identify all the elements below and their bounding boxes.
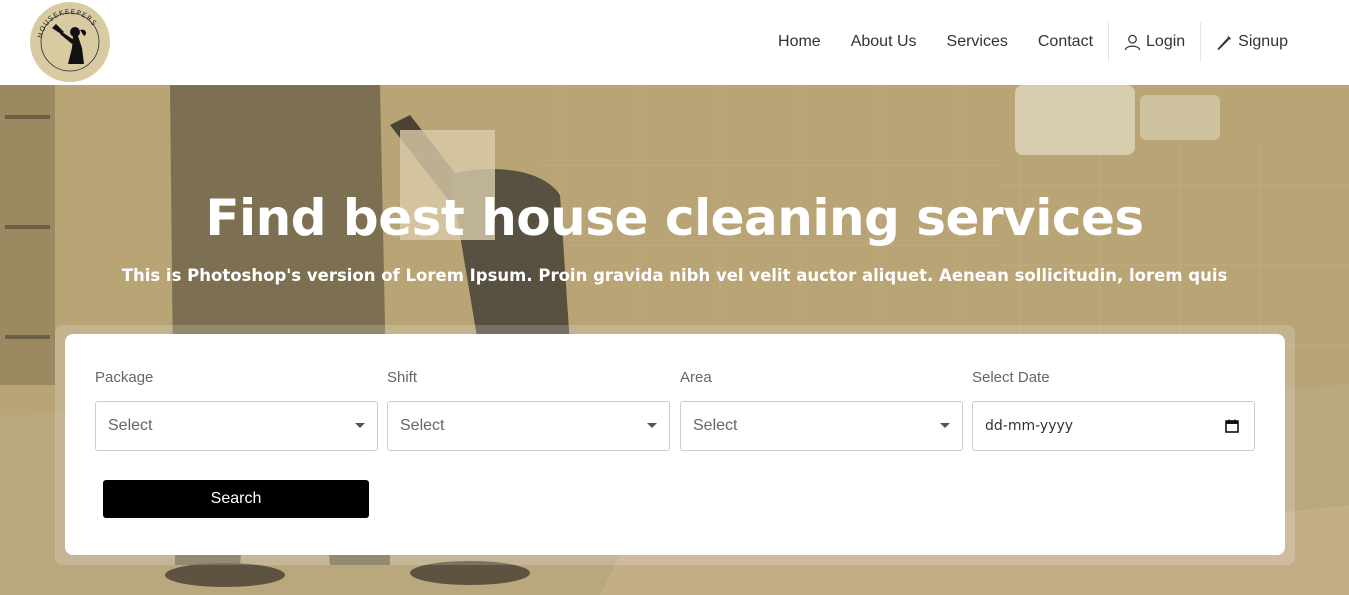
nav-home[interactable]: Home — [763, 22, 836, 62]
signup-link[interactable]: Signup — [1201, 22, 1303, 62]
package-select[interactable]: Select — [95, 401, 378, 451]
nav-services[interactable]: Services — [932, 22, 1023, 62]
chevron-down-icon — [647, 423, 657, 428]
shift-field: Shift Select — [387, 368, 670, 451]
login-label: Login — [1146, 33, 1186, 50]
site-header: HOUSEKEEPERS Home About Us Services Cont… — [0, 0, 1349, 85]
shift-label: Shift — [387, 369, 418, 386]
date-label: Select Date — [972, 369, 1050, 386]
calendar-icon[interactable] — [1224, 418, 1240, 434]
package-field: Package Select — [95, 368, 378, 451]
user-icon — [1124, 34, 1141, 50]
shift-select[interactable]: Select — [387, 401, 670, 451]
hero-subtitle: This is Photoshop's version of Lorem Ips… — [121, 266, 1228, 285]
area-label: Area — [680, 369, 712, 386]
search-card: Package Select Shift Select Area Select … — [65, 334, 1285, 555]
package-label: Package — [95, 369, 154, 386]
date-input-value: dd-mm-yyyy — [985, 418, 1074, 434]
date-field: Select Date dd-mm-yyyy — [972, 368, 1255, 451]
package-select-value: Select — [108, 417, 153, 434]
housekeepers-logo[interactable]: HOUSEKEEPERS — [30, 2, 110, 82]
pencil-icon — [1217, 35, 1232, 50]
shift-select-value: Select — [400, 417, 445, 434]
area-field: Area Select — [680, 368, 963, 451]
area-select[interactable]: Select — [680, 401, 963, 451]
chevron-down-icon — [355, 423, 365, 428]
logo-graphic: HOUSEKEEPERS — [36, 8, 100, 72]
area-select-value: Select — [693, 417, 738, 434]
date-input[interactable]: dd-mm-yyyy — [972, 401, 1255, 451]
svg-text:HOUSEKEEPERS: HOUSEKEEPERS — [36, 8, 98, 39]
search-button[interactable]: Search — [103, 480, 369, 518]
nav-contact[interactable]: Contact — [1023, 22, 1108, 62]
chevron-down-icon — [940, 423, 950, 428]
hero-title: Find best house cleaning services — [205, 189, 1144, 247]
login-link[interactable]: Login — [1109, 22, 1200, 62]
signup-label: Signup — [1238, 33, 1288, 50]
main-nav: Home About Us Services Contact Login Sig… — [763, 22, 1303, 62]
nav-about-us[interactable]: About Us — [836, 22, 932, 62]
